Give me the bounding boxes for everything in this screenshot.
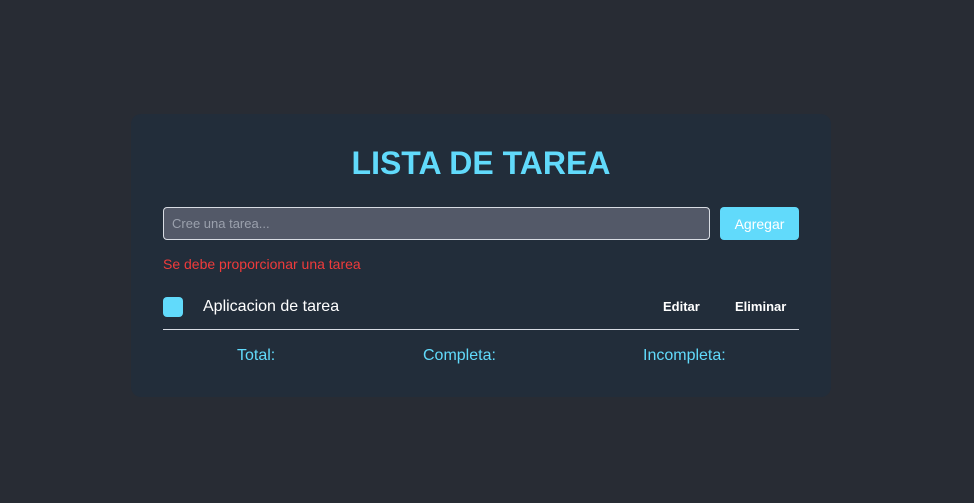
error-message: Se debe proporcionar una tarea <box>163 256 361 272</box>
page-title: LISTA DE TAREA <box>351 145 611 181</box>
complete-count-label: Completa: <box>423 347 496 364</box>
incomplete-count-label: Incompleta: <box>643 347 726 364</box>
task-text: Aplicacion de tarea <box>203 298 340 315</box>
task-input[interactable] <box>163 207 710 240</box>
task-checkbox[interactable] <box>163 297 183 317</box>
edit-button[interactable]: Editar <box>663 297 700 316</box>
delete-button[interactable]: Eliminar <box>735 297 786 316</box>
add-button[interactable]: Agregar <box>720 207 799 240</box>
total-count-label: Total: <box>237 347 276 364</box>
task-item: Aplicacion de tarea Editar Eliminar <box>163 288 799 330</box>
